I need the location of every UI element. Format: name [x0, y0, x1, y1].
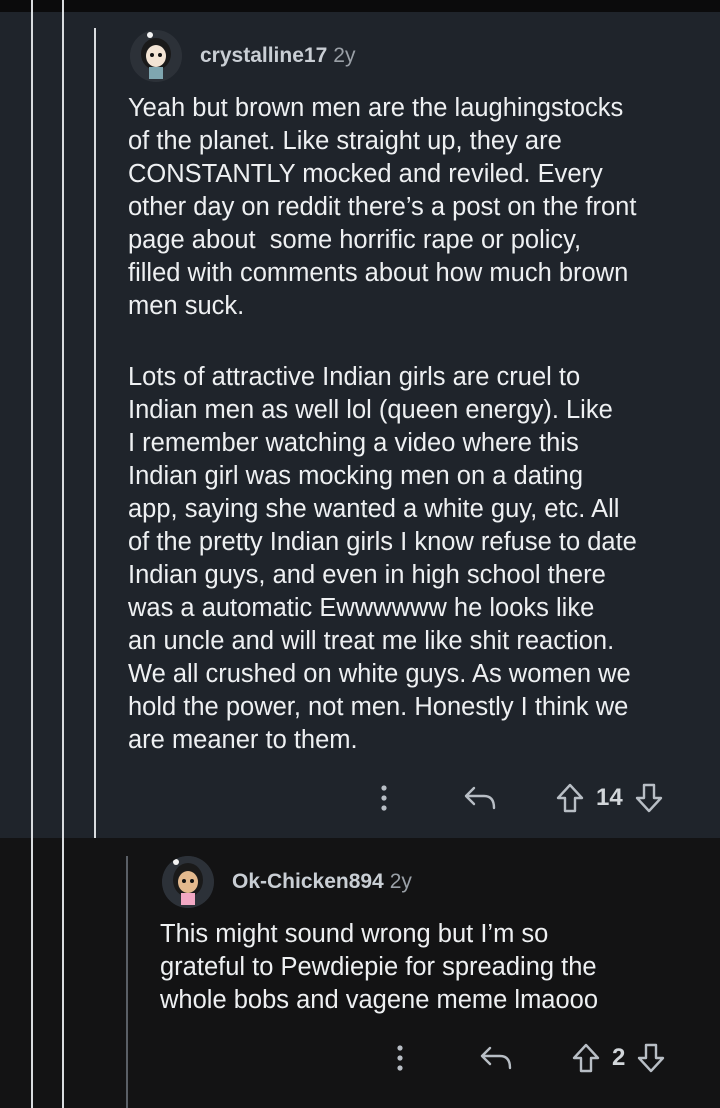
username[interactable]: crystalline17	[200, 44, 327, 67]
downvote-arrow-icon[interactable]	[633, 780, 665, 816]
more-vertical-icon[interactable]	[386, 1040, 414, 1076]
comment-paragraph: Lots of attractive Indian girls are crue…	[128, 363, 637, 754]
comment-meta: crystalline17 2y	[200, 44, 355, 68]
thread-line-4-lower[interactable]	[126, 856, 128, 1108]
more-vertical-icon[interactable]	[370, 780, 398, 816]
downvote-arrow-icon[interactable]	[635, 1040, 667, 1076]
username[interactable]: Ok-Chicken894	[232, 870, 384, 893]
comment-age: 2y	[389, 870, 412, 893]
avatar[interactable]	[130, 30, 182, 82]
vote-count: 14	[596, 784, 623, 811]
top-bar	[0, 0, 720, 12]
comment-actions: 2	[386, 1040, 667, 1076]
vote-count: 2	[612, 1044, 626, 1071]
comment-age: 2y	[333, 44, 356, 67]
avatar[interactable]	[162, 856, 214, 908]
thread-line-2-lower[interactable]	[62, 838, 64, 1108]
comment-paragraph: This might sound wrong but I’m so gratef…	[160, 920, 599, 1014]
thread-line-3[interactable]	[94, 28, 96, 838]
thread-line-1-lower[interactable]	[31, 838, 33, 1108]
comment-paragraph: Yeah but brown men are the laughingstock…	[128, 94, 637, 320]
upvote-arrow-icon[interactable]	[570, 1040, 602, 1076]
upvote-arrow-icon[interactable]	[554, 780, 586, 816]
comment-meta: Ok-Chicken894 2y	[232, 870, 412, 894]
reply-arrow-icon[interactable]	[462, 780, 498, 816]
comment-actions: 14	[370, 780, 665, 816]
reply-arrow-icon[interactable]	[478, 1040, 514, 1076]
